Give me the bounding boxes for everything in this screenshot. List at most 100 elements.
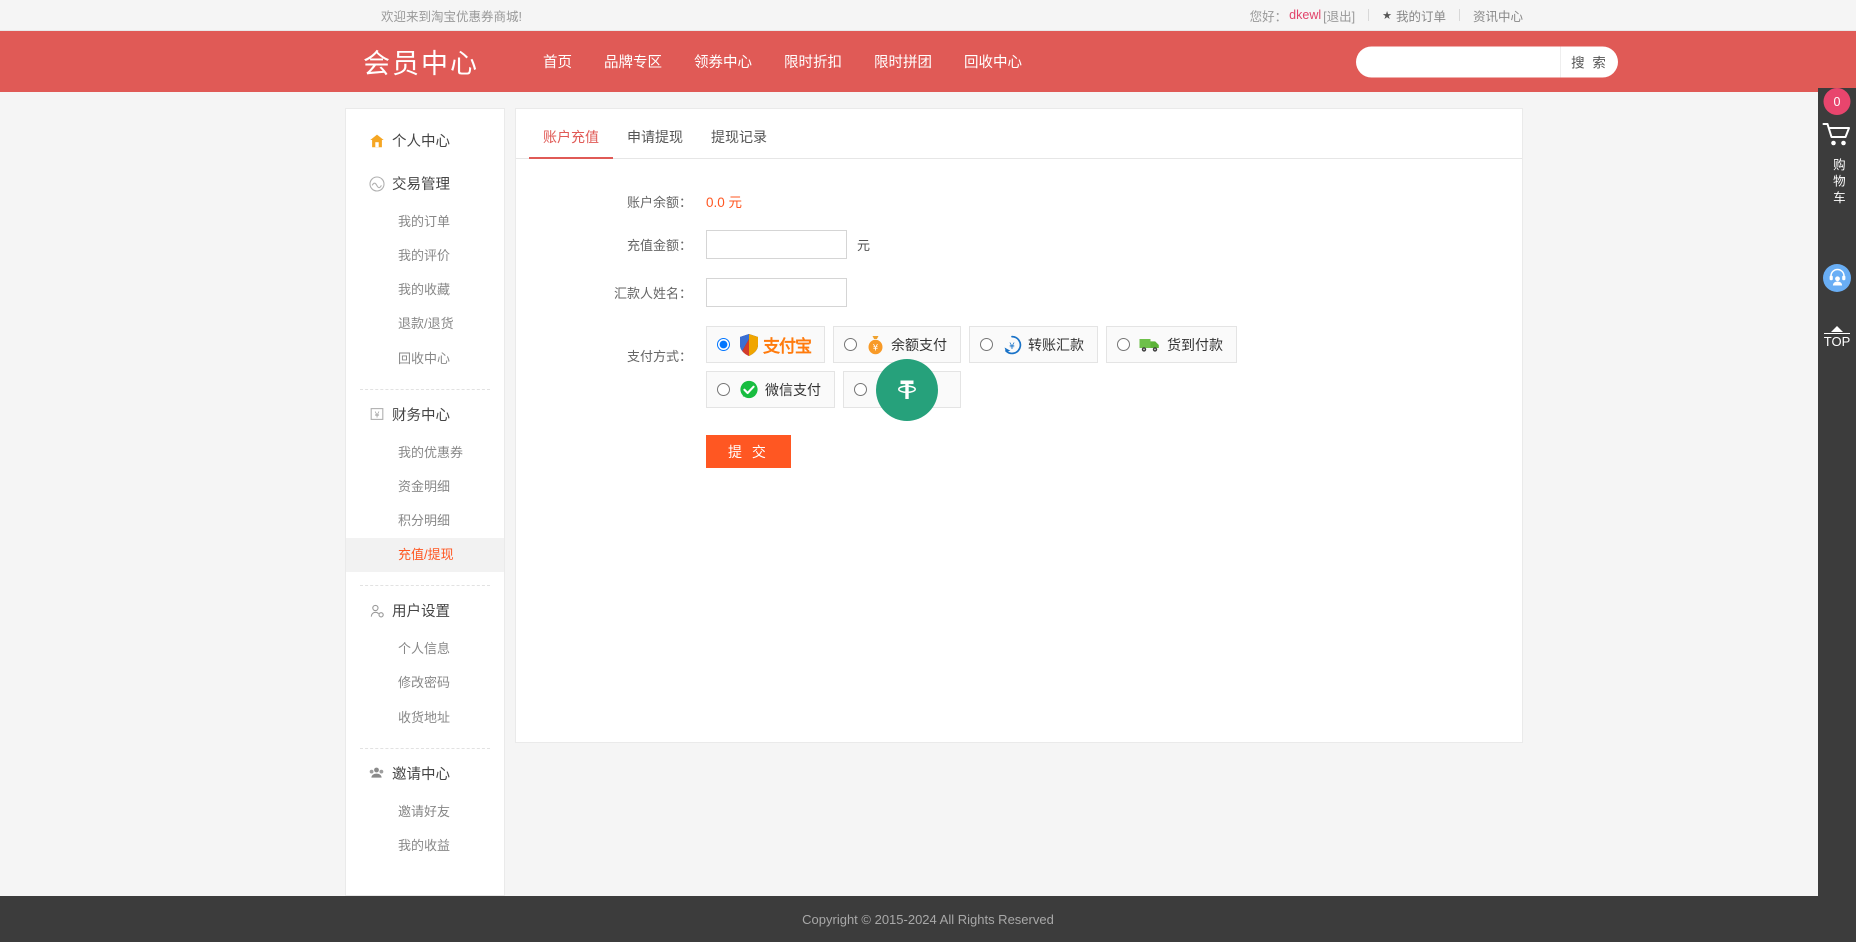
payment-radio-balance[interactable] xyxy=(844,338,857,351)
sidebar-links-user-settings: 个人信息 修改密码 收货地址 xyxy=(346,632,504,740)
alipay-wordmark: 支付宝 xyxy=(763,332,811,357)
shopping-cart-icon xyxy=(1822,122,1852,151)
nav-item-group[interactable]: 限时拼团 xyxy=(858,51,948,72)
sidebar-group-personal: 个人中心 xyxy=(346,119,504,162)
sidebar-item-transaction-mgmt[interactable]: 交易管理 xyxy=(346,162,504,205)
site-logo[interactable]: 会员中心 xyxy=(363,42,479,81)
main-navigation: 首页 品牌专区 领券中心 限时折扣 限时拼团 回收中心 xyxy=(527,51,1038,72)
sidebar-item-refunds[interactable]: 退款/退货 xyxy=(346,307,504,341)
logout-link[interactable]: [退出] xyxy=(1323,6,1355,25)
form-row-balance: 账户余额： 0.0 元 xyxy=(516,191,1522,211)
sidebar-item-invite-friends[interactable]: 邀请好友 xyxy=(346,795,504,829)
form-row-payer: 汇款人姓名： xyxy=(516,278,1522,307)
sidebar-item-my-orders[interactable]: 我的订单 xyxy=(346,205,504,239)
sidebar-group-title: 财务中心 xyxy=(392,404,450,425)
page-wrapper: 欢迎来到淘宝优惠券商城! 您好： dkewl [退出] ★ 我的订单 资讯中心 … xyxy=(0,0,1856,942)
sidebar-item-finance-center[interactable]: ¥ 财务中心 xyxy=(346,393,504,436)
star-icon: ★ xyxy=(1382,9,1392,22)
sidebar-group-finance: ¥ 财务中心 我的优惠券 资金明细 积分明细 充值/提现 xyxy=(346,393,504,579)
wechat-icon xyxy=(739,380,759,400)
submit-button[interactable]: 提 交 xyxy=(706,435,791,468)
site-footer: Copyright © 2015-2024 All Rights Reserve… xyxy=(0,896,1856,942)
top-utility-bar: 欢迎来到淘宝优惠券商城! 您好： dkewl [退出] ★ 我的订单 资讯中心 xyxy=(0,0,1856,31)
user-gear-icon xyxy=(368,602,385,619)
search-input[interactable] xyxy=(1356,46,1560,77)
nav-item-brands[interactable]: 品牌专区 xyxy=(588,51,678,72)
payment-label-wechat: 微信支付 xyxy=(765,380,821,400)
sidebar-item-my-earnings[interactable]: 我的收益 xyxy=(346,829,504,863)
sidebar-item-my-favorites[interactable]: 我的收藏 xyxy=(346,273,504,307)
page-columns: 个人中心 交易管理 我的订单 我的评价 我的收藏 退款 xyxy=(333,92,1523,896)
main-content: 账户充值 申请提现 提现记录 账户余额： 0.0 元 充值金额： 元 xyxy=(515,108,1523,743)
sidebar-links-finance: 我的优惠券 资金明细 积分明细 充值/提现 xyxy=(346,436,504,579)
recharge-form: 账户余额： 0.0 元 充值金额： 元 汇款人姓名： 支付方式： xyxy=(516,159,1522,468)
greeting-label: 您好： xyxy=(1250,6,1288,25)
payment-option-alipay[interactable]: 支付宝 xyxy=(706,326,825,363)
payment-method-group: 支付宝 ¥ 余额支付 xyxy=(706,326,1281,416)
sidebar-item-recharge-withdraw[interactable]: 充值/提现 xyxy=(346,538,504,572)
search-box: 搜 索 xyxy=(1356,46,1618,77)
payment-option-wechat[interactable]: 微信支付 xyxy=(706,371,835,408)
sidebar-group-title: 邀请中心 xyxy=(392,763,450,784)
search-button[interactable]: 搜 索 xyxy=(1560,46,1618,77)
sidebar-item-invite-center[interactable]: 邀请中心 xyxy=(346,752,504,795)
tab-apply-withdraw[interactable]: 申请提现 xyxy=(613,127,697,158)
balance-label: 账户余额： xyxy=(516,192,706,211)
payer-name-input[interactable] xyxy=(706,278,847,307)
payment-radio-wechat[interactable] xyxy=(717,383,730,396)
sidebar-item-my-reviews[interactable]: 我的评价 xyxy=(346,239,504,273)
sidebar-group-title: 个人中心 xyxy=(392,130,450,151)
payment-radio-alipay[interactable] xyxy=(717,338,730,351)
sidebar-group-transactions: 交易管理 我的订单 我的评价 我的收藏 退款/退货 回收中心 xyxy=(346,162,504,382)
payment-radio-usdt[interactable] xyxy=(854,383,867,396)
payment-option-transfer[interactable]: ¥ 转账汇款 xyxy=(969,326,1098,363)
home-icon xyxy=(368,132,385,149)
nav-item-flashsale[interactable]: 限时折扣 xyxy=(768,51,858,72)
payment-option-cod[interactable]: 货到付款 xyxy=(1106,326,1237,363)
svg-text:¥: ¥ xyxy=(1009,342,1015,352)
sidebar-group-invite: 邀请中心 邀请好友 我的收益 xyxy=(346,752,504,869)
sidebar-item-profile[interactable]: 个人信息 xyxy=(346,632,504,666)
payment-option-usdt[interactable] xyxy=(843,371,961,408)
username-link[interactable]: dkewl xyxy=(1287,8,1323,22)
recharge-amount-input[interactable] xyxy=(706,230,847,259)
customer-service-button[interactable] xyxy=(1823,264,1851,292)
svg-text:¥: ¥ xyxy=(374,411,379,420)
sidebar-item-user-settings[interactable]: 用户设置 xyxy=(346,589,504,632)
sidebar-item-personal-center[interactable]: 个人中心 xyxy=(346,119,504,162)
tab-withdraw-records[interactable]: 提现记录 xyxy=(697,127,781,158)
news-center-link[interactable]: 资讯中心 xyxy=(1473,6,1523,25)
nav-item-coupons[interactable]: 领券中心 xyxy=(678,51,768,72)
sidebar-links-transactions: 我的订单 我的评价 我的收藏 退款/退货 回收中心 xyxy=(346,205,504,382)
nav-item-home[interactable]: 首页 xyxy=(527,51,588,72)
sidebar-item-points-details[interactable]: 积分明细 xyxy=(346,504,504,538)
back-to-top-button[interactable]: TOP xyxy=(1818,326,1856,349)
sidebar: 个人中心 交易管理 我的订单 我的评价 我的收藏 退款 xyxy=(345,108,505,896)
sidebar-links-invite: 邀请好友 我的收益 xyxy=(346,795,504,869)
right-float-bar: 0 购物车 TOP xyxy=(1818,88,1856,942)
sidebar-group-user-settings: 用户设置 个人信息 修改密码 收货地址 xyxy=(346,589,504,740)
truck-icon xyxy=(1139,336,1161,353)
my-orders-link[interactable]: 我的订单 xyxy=(1396,6,1446,25)
site-header: 会员中心 首页 品牌专区 领券中心 限时折扣 限时拼团 回收中心 搜 索 xyxy=(0,31,1856,92)
tab-account-recharge[interactable]: 账户充值 xyxy=(529,127,613,158)
payer-name-label: 汇款人姓名： xyxy=(516,283,706,302)
payment-option-balance[interactable]: ¥ 余额支付 xyxy=(833,326,961,363)
payment-radio-cod[interactable] xyxy=(1117,338,1130,351)
payment-radio-transfer[interactable] xyxy=(980,338,993,351)
back-to-top-label: TOP xyxy=(1824,333,1851,349)
welcome-message: 欢迎来到淘宝优惠券商城! xyxy=(381,6,522,25)
tab-bar: 账户充值 申请提现 提现记录 xyxy=(516,115,1522,159)
cart-count-badge: 0 xyxy=(1824,88,1851,115)
payment-label-transfer: 转账汇款 xyxy=(1028,335,1084,355)
nav-item-recycle[interactable]: 回收中心 xyxy=(948,51,1038,72)
sidebar-item-my-coupons[interactable]: 我的优惠券 xyxy=(346,436,504,470)
svg-text:¥: ¥ xyxy=(873,343,879,353)
sidebar-item-change-password[interactable]: 修改密码 xyxy=(346,666,504,700)
tether-icon xyxy=(876,359,938,421)
cart-widget[interactable]: 0 购物车 xyxy=(1818,88,1856,208)
group-icon xyxy=(368,765,385,782)
sidebar-item-recycle[interactable]: 回收中心 xyxy=(346,342,504,376)
sidebar-item-shipping-address[interactable]: 收货地址 xyxy=(346,701,504,735)
sidebar-item-fund-details[interactable]: 资金明细 xyxy=(346,470,504,504)
